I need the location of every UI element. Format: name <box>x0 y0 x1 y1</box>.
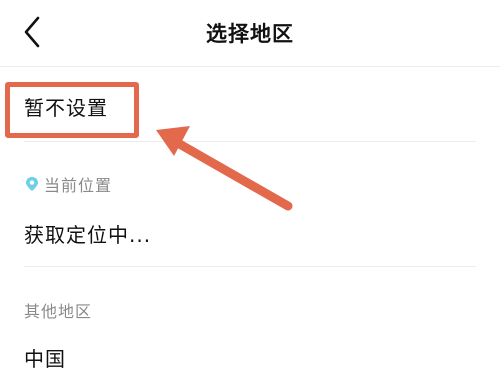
navigation-bar: 选择地区 <box>0 0 500 67</box>
select-region-screen: 选择地区 暂不设置 当前位置 获取定位中... 其他地区 中国 <box>0 0 500 375</box>
page-title: 选择地区 <box>206 22 294 46</box>
other-regions-section-label: 其他地区 <box>24 298 92 322</box>
region-item-china[interactable]: 中国 <box>24 343 66 372</box>
current-location-label: 当前位置 <box>44 176 113 195</box>
other-regions-label: 其他地区 <box>24 302 93 321</box>
current-location-status[interactable]: 获取定位中... <box>24 219 151 248</box>
divider <box>24 266 476 267</box>
location-pin-icon <box>26 177 38 191</box>
current-location-section-label: 当前位置 <box>24 172 112 196</box>
no-setting-option[interactable]: 暂不设置 <box>24 92 108 121</box>
divider <box>24 141 476 142</box>
arrow-icon <box>156 126 293 211</box>
